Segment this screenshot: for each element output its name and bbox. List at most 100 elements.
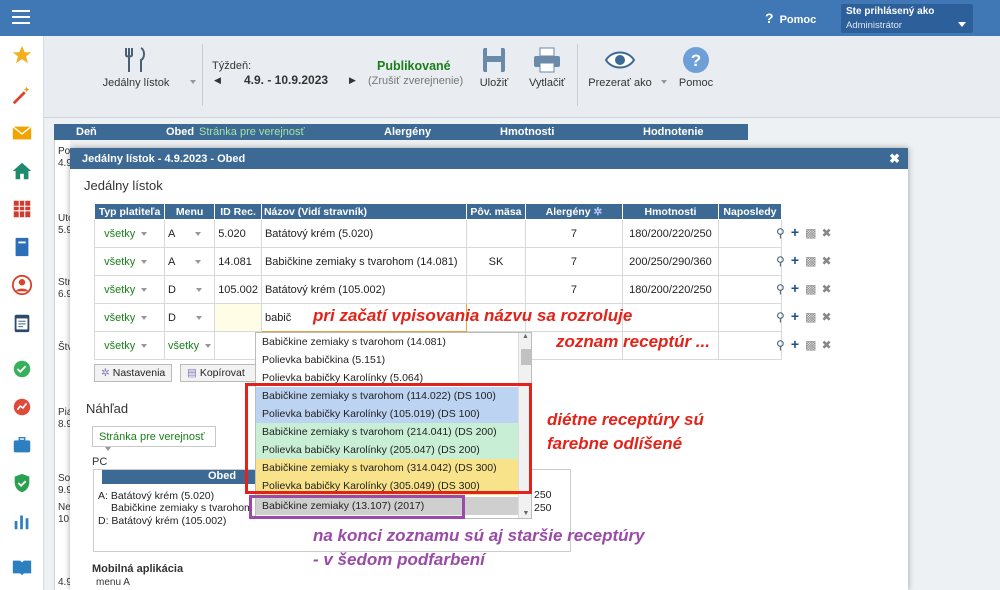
view-as-button[interactable]: Prezerať ako (587, 46, 653, 89)
add-icon[interactable]: + (791, 224, 799, 240)
prev-week-icon[interactable]: ◀ (214, 75, 221, 86)
chevron-down-icon (195, 259, 202, 264)
user-selector[interactable]: Ste prihlásený ako Administrátor (841, 4, 973, 33)
dialog-header: Jedálny lístok - 4.9.2023 - Obed (70, 148, 908, 169)
recipe-id[interactable]: 14.081 (214, 247, 262, 276)
print-button[interactable]: Vytlačiť (522, 46, 572, 89)
bg-day: Po (58, 146, 71, 157)
trash-icon[interactable]: ▩ (805, 338, 816, 352)
shield-icon[interactable] (11, 472, 33, 494)
calendar-icon[interactable] (11, 198, 33, 220)
row-actions: ⚲ + ▩ ✖ (776, 336, 846, 354)
menu-select[interactable]: D (163, 275, 216, 304)
briefcase-icon[interactable] (11, 434, 33, 456)
table-row[interactable]: všetky A 5.020 Batátový krém (5.020) 7 1… (94, 219, 782, 248)
gear-icon[interactable]: ✲ (593, 206, 602, 218)
menu-caret-icon[interactable] (190, 80, 196, 84)
close-icon[interactable]: ✖ (889, 151, 900, 167)
tools-icon[interactable]: ✖ (822, 310, 832, 324)
add-icon[interactable]: + (791, 336, 799, 352)
preview-title: Náhľad (86, 401, 129, 416)
menu-selector[interactable]: Jedálny lístok (88, 46, 184, 89)
search-icon[interactable]: ⚲ (776, 282, 785, 296)
payer-select[interactable]: všetky (94, 219, 165, 248)
menu-value: všetky (168, 339, 200, 352)
next-week-icon[interactable]: ▶ (349, 75, 356, 86)
recipe-id[interactable]: 5.020 (214, 219, 262, 248)
help-button[interactable]: ? Pomoc (674, 46, 718, 89)
tools-icon[interactable]: ✖ (822, 254, 832, 268)
bg-day: Ne (58, 502, 71, 513)
top-help-link[interactable]: ? Pomoc (765, 10, 816, 26)
col-name: Názov (Vidí stravník) (260, 203, 467, 220)
list-item[interactable]: Polievka babičkina (5.151) (256, 351, 518, 369)
tools-icon[interactable]: ✖ (822, 282, 832, 296)
hamburger-menu-icon[interactable] (12, 10, 30, 26)
star-icon[interactable] (11, 44, 33, 66)
bg-col-public[interactable]: Stránka pre verejnosť (199, 126, 305, 138)
scroll-thumb[interactable] (521, 349, 531, 365)
trash-icon[interactable]: ▩ (805, 310, 816, 324)
book-icon[interactable] (11, 236, 33, 258)
search-icon[interactable]: ⚲ (776, 254, 785, 268)
search-icon[interactable]: ⚲ (776, 226, 785, 240)
preview-select[interactable]: Stránka pre verejnosť (92, 426, 216, 452)
gear-icon: ✲ (101, 367, 110, 379)
recipe-name[interactable]: Babičkine zemiaky s tvarohom (14.081) (260, 247, 467, 276)
diet-highlight-box (245, 383, 532, 494)
tablet-icon[interactable] (11, 312, 33, 334)
bg-col-day: Deň (76, 126, 97, 138)
user-value: Administrátor (846, 20, 902, 31)
user-icon[interactable] (11, 274, 33, 296)
copy-label: Kopírovat (199, 367, 245, 379)
search-icon[interactable]: ⚲ (776, 338, 785, 352)
tools-icon[interactable]: ✖ (822, 226, 832, 240)
menu-select[interactable]: A (163, 247, 216, 276)
payer-select[interactable]: všetky (94, 331, 165, 360)
trash-icon[interactable]: ▩ (805, 254, 816, 268)
payer-select[interactable]: všetky (94, 275, 165, 304)
chart-circle-icon[interactable] (11, 396, 33, 418)
magic-wand-icon[interactable] (11, 84, 33, 106)
menu-select[interactable]: D (163, 303, 216, 332)
open-book-icon[interactable] (11, 556, 33, 578)
chevron-down-icon (195, 287, 202, 292)
list-item[interactable]: Babičkine zemiaky s tvarohom (14.081) (256, 333, 518, 351)
recipe-name[interactable]: Batátový krém (105.002) (260, 275, 467, 304)
meat-origin: SK (465, 247, 526, 276)
trash-icon[interactable]: ▩ (805, 282, 816, 296)
copy-button[interactable]: ▤ Kopírovat (180, 364, 258, 382)
last-used (717, 275, 782, 304)
scroll-down-icon[interactable]: ▼ (519, 510, 531, 517)
check-circle-icon[interactable] (11, 358, 33, 380)
payer-value: všetky (104, 283, 136, 296)
payer-select[interactable]: všetky (94, 303, 165, 332)
save-button[interactable]: Uložiť (474, 46, 514, 89)
tools-icon[interactable]: ✖ (822, 338, 832, 352)
menu-select[interactable]: A (163, 219, 216, 248)
unpublish-link[interactable]: (Zrušiť zverejnenie) (368, 75, 463, 87)
recipe-name[interactable]: Batátový krém (5.020) (260, 219, 467, 248)
search-icon[interactable]: ⚲ (776, 310, 785, 324)
last-used (717, 219, 782, 248)
home-icon[interactable] (11, 160, 33, 182)
add-icon[interactable]: + (791, 308, 799, 324)
payer-select[interactable]: všetky (94, 247, 165, 276)
copy-icon: ▤ (187, 367, 197, 379)
table-row[interactable]: všetky A 14.081 Babičkine zemiaky s tvar… (94, 247, 782, 276)
add-icon[interactable]: + (791, 280, 799, 296)
mail-icon[interactable] (11, 122, 33, 144)
trash-icon[interactable]: ▩ (805, 226, 816, 240)
view-as-caret-icon[interactable] (661, 80, 667, 84)
help-circle-icon: ? (683, 47, 709, 73)
annotation-text: - v šedom podfarbení (313, 550, 485, 569)
bar-chart-icon[interactable] (11, 510, 33, 532)
settings-button[interactable]: ✲ Nastavenia (94, 364, 173, 382)
recipe-id[interactable]: 105.002 (214, 275, 262, 304)
table-row[interactable]: všetky D 105.002 Batátový krém (105.002)… (94, 275, 782, 304)
menu-select[interactable]: všetky (163, 331, 216, 360)
annotation-text: pri začatí vpisovania názvu sa rozroluje (313, 306, 633, 325)
scroll-up-icon[interactable]: ▲ (519, 333, 531, 340)
recipe-id-input[interactable] (214, 303, 262, 332)
add-icon[interactable]: + (791, 252, 799, 268)
